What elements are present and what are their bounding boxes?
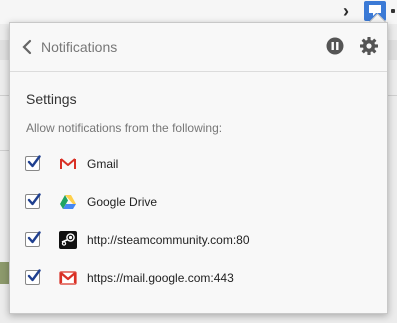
background-divider <box>388 95 397 96</box>
list-item: http://steamcommunity.com:80 <box>25 230 365 250</box>
notifications-popup: Notifications Settings Allow notificatio… <box>9 22 388 314</box>
google-drive-icon <box>59 193 77 211</box>
settings-subtitle: Allow notifications from the following: <box>26 121 223 135</box>
steam-icon <box>59 231 77 249</box>
checkmark-icon <box>27 193 41 206</box>
allow-checkbox-google-drive[interactable] <box>25 193 41 209</box>
chevron-left-icon <box>22 39 32 55</box>
back-button[interactable] <box>20 37 34 57</box>
gear-icon <box>360 37 378 55</box>
chevron-right-icon[interactable]: › <box>343 1 355 21</box>
pause-icon <box>326 37 344 55</box>
list-item: https://mail.google.com:443 <box>25 268 365 288</box>
source-label: http://steamcommunity.com:80 <box>87 233 250 247</box>
gmail-icon <box>59 155 77 173</box>
settings-button[interactable] <box>359 36 379 56</box>
list-item: Google Drive <box>25 192 365 212</box>
checkmark-icon <box>27 231 41 244</box>
browser-toolbar <box>0 0 397 24</box>
allow-checkbox-gmail[interactable] <box>25 155 41 171</box>
source-label: Gmail <box>87 157 119 171</box>
background-fragment <box>388 40 397 60</box>
allow-checkbox-steam[interactable] <box>25 231 41 247</box>
list-item: Gmail <box>25 154 365 174</box>
settings-heading: Settings <box>26 91 77 107</box>
page-title: Notifications <box>41 39 118 55</box>
pause-button[interactable] <box>326 37 344 55</box>
source-label: https://mail.google.com:443 <box>87 271 234 285</box>
popup-header: Notifications <box>10 23 387 72</box>
checkmark-icon <box>27 269 41 282</box>
menu-dot-icon <box>391 9 395 13</box>
checkmark-icon <box>27 155 41 168</box>
allow-checkbox-mail-google[interactable] <box>25 269 41 285</box>
source-label: Google Drive <box>87 195 158 209</box>
gmail-red-icon <box>59 269 77 287</box>
